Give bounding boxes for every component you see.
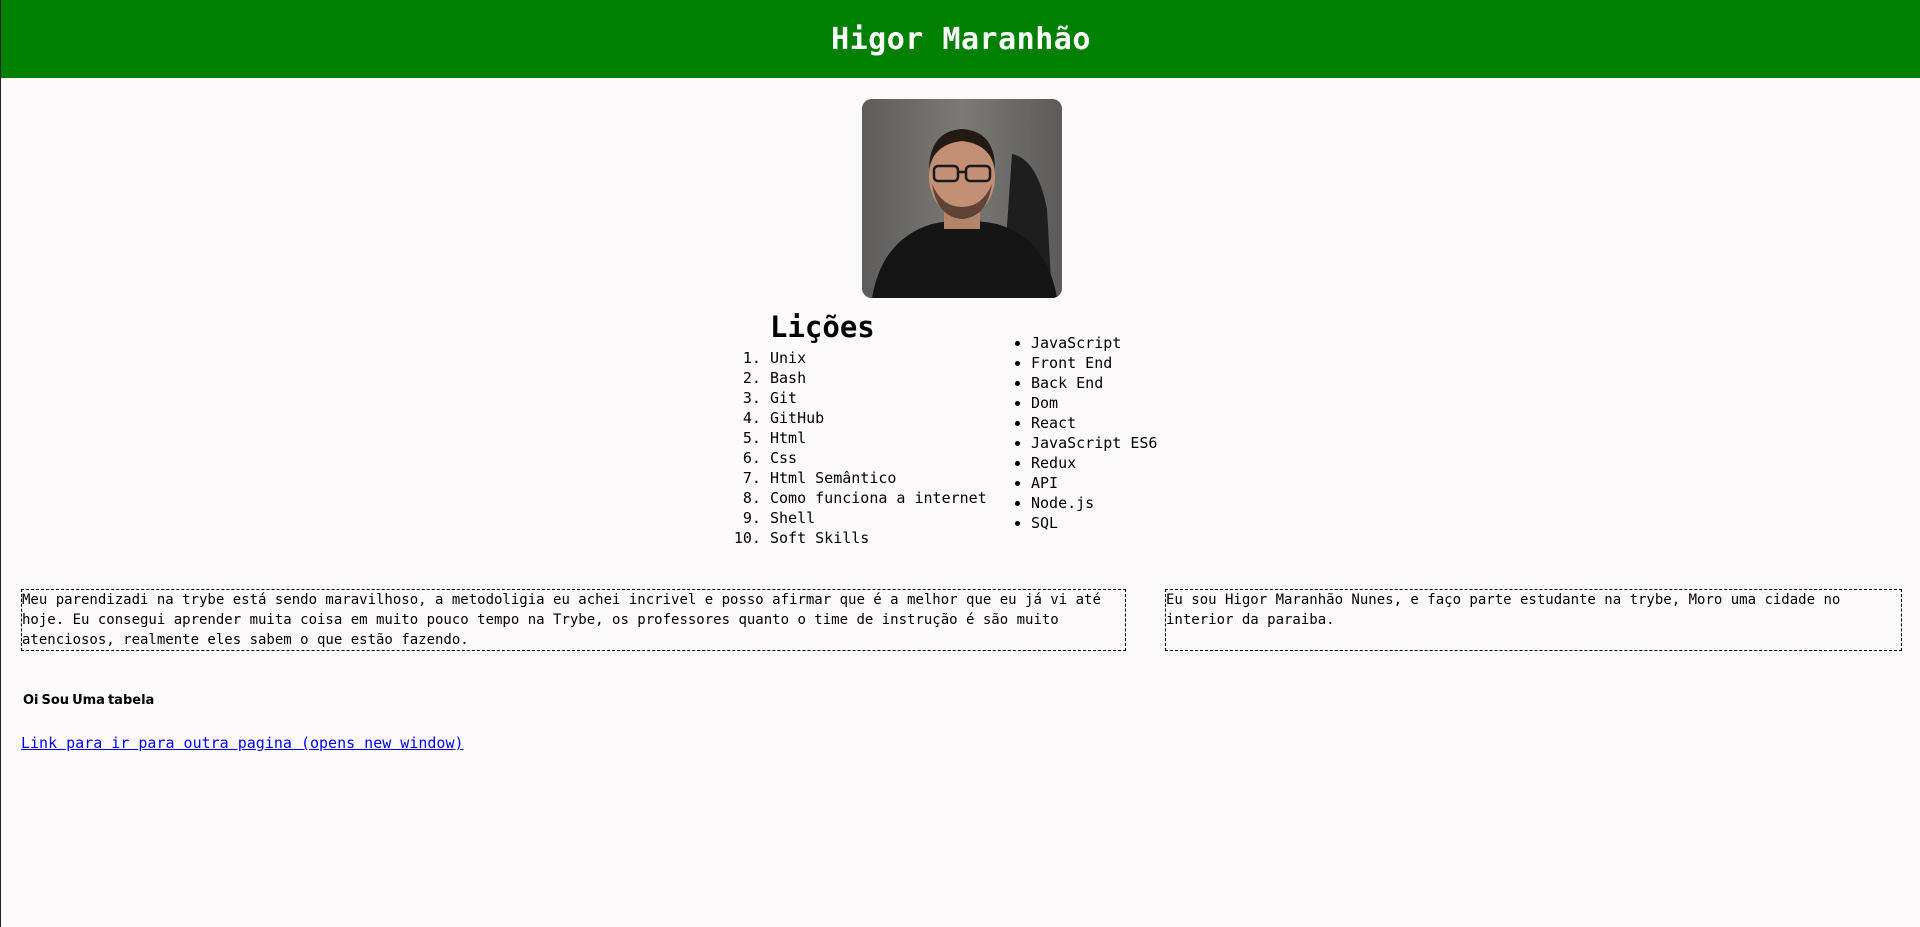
table-row: Oi Sou Uma tabela	[23, 693, 154, 708]
list-item: JavaScript ES6	[1031, 433, 1157, 453]
list-item: Html Semântico	[770, 468, 987, 488]
list-item: GitHub	[770, 408, 987, 428]
table-cell: tabela	[107, 693, 155, 708]
list-item: Back End	[1031, 373, 1157, 393]
list-item: React	[1031, 413, 1157, 433]
list-item: Html	[770, 428, 987, 448]
page-header: Higor Maranhão	[1, 0, 1920, 78]
profile-photo-image	[862, 99, 1062, 298]
licoes-list: Unix Bash Git GitHub Html Css Html Semân…	[729, 348, 987, 548]
list-item: Redux	[1031, 453, 1157, 473]
skills-list: JavaScript Front End Back End Dom React …	[1012, 333, 1157, 533]
list-item: Soft Skills	[770, 528, 987, 548]
about-me-text-box: Eu sou Higor Maranhão Nunes, e faço part…	[1165, 589, 1902, 651]
list-item: Git	[770, 388, 987, 408]
list-item: Shell	[770, 508, 987, 528]
external-page-link[interactable]: Link para ir para outra pagina (opens ne…	[21, 734, 464, 752]
licoes-title: Lições	[770, 310, 875, 344]
profile-photo	[862, 99, 1062, 298]
list-item: Dom	[1031, 393, 1157, 413]
list-item: Unix	[770, 348, 987, 368]
list-item: SQL	[1031, 513, 1157, 533]
list-item: Como funciona a internet	[770, 488, 987, 508]
list-item: API	[1031, 473, 1157, 493]
list-item: Css	[770, 448, 987, 468]
list-item: JavaScript	[1031, 333, 1157, 353]
table-cell: Uma	[72, 693, 105, 708]
page: Higor Maranhão Lições 1. Unix 2. Bash 3.…	[0, 0, 1920, 927]
list-item: Bash	[770, 368, 987, 388]
list-item: Node.js	[1031, 493, 1157, 513]
experience-text-box: Meu parendizadi na trybe está sendo mara…	[21, 589, 1126, 651]
table-cell: Sou	[41, 693, 70, 708]
table-cell: Oi	[23, 693, 39, 708]
page-title: Higor Maranhão	[831, 21, 1091, 57]
list-item: Front End	[1031, 353, 1157, 373]
